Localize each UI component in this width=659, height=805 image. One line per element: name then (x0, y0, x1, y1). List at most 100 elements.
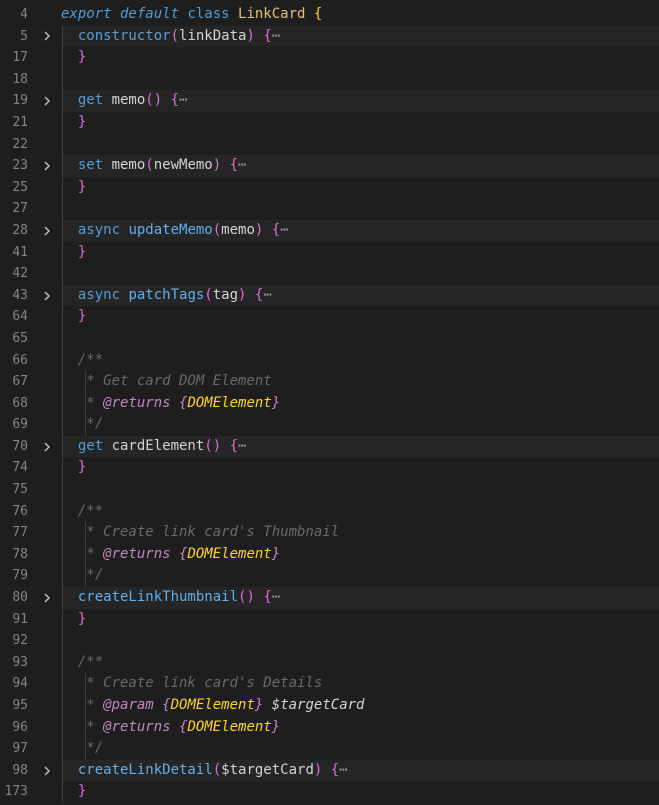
code-line[interactable]: 92 (0, 630, 659, 652)
code-line[interactable]: 25 } (0, 176, 659, 199)
code-token: { (162, 697, 171, 713)
code-text: } (61, 306, 86, 328)
code-line[interactable]: 27 (0, 198, 659, 220)
code-line[interactable]: 28 async updateMemo(memo) {⋯ (0, 219, 659, 242)
code-line[interactable]: 95 * @param {DOMElement} $targetCard (0, 695, 659, 717)
code-text: export default class LinkCard { (61, 4, 322, 26)
code-line[interactable]: 41 } (0, 241, 659, 264)
code-token: * (61, 697, 104, 713)
code-token: ⋯ (339, 761, 348, 778)
code-token: get (61, 92, 112, 109)
code-line[interactable]: 42 (0, 263, 659, 285)
line-number: 69 (12, 417, 28, 433)
indent-guide (62, 479, 63, 501)
code-text: * @returns {DOMElement} (61, 717, 280, 739)
code-line[interactable]: 43 async patchTags(tag) {⋯ (0, 284, 659, 307)
chevron-right-icon[interactable] (40, 155, 54, 177)
indent-guide (62, 716, 63, 739)
code-token: } (61, 49, 87, 66)
code-line[interactable]: 69 */ (0, 414, 659, 436)
code-editor[interactable]: 4 export default class LinkCard {5 constr… (0, 4, 659, 803)
indent-guide (85, 716, 86, 739)
line-number: 22 (12, 136, 28, 152)
code-line[interactable]: 98 createLinkDetail($targetCard) {⋯ (0, 759, 659, 782)
code-line[interactable]: 23 set memo(newMemo) {⋯ (0, 155, 659, 177)
code-text: * Create link card's Thumbnail (61, 522, 339, 544)
code-text: * @returns {DOMElement} (61, 393, 280, 415)
indent-guide (62, 155, 63, 177)
code-line[interactable]: 93 /** (0, 651, 659, 674)
code-line[interactable]: 76 /** (0, 500, 659, 523)
code-token: ( (212, 221, 222, 238)
code-line[interactable]: 79 */ (0, 565, 659, 588)
code-line[interactable]: 19 get memo() {⋯ (0, 90, 659, 112)
code-token: $targetCard (271, 697, 365, 713)
code-line[interactable]: 17 } (0, 47, 659, 69)
code-text: } (61, 242, 86, 264)
chevron-right-icon[interactable] (40, 90, 54, 112)
code-line[interactable]: 22 (0, 133, 659, 156)
code-token: @returns (103, 545, 180, 562)
code-line[interactable]: 75 (0, 479, 659, 501)
code-line[interactable]: 5 constructor(linkData) {⋯ (0, 25, 659, 48)
code-token: updateMemo (128, 221, 213, 238)
indent-guide (62, 219, 63, 242)
chevron-right-icon[interactable] (40, 436, 54, 458)
line-number: 41 (12, 244, 28, 260)
line-number: 79 (12, 568, 28, 584)
code-text: */ (61, 414, 103, 436)
chevron-right-icon[interactable] (40, 220, 54, 242)
line-number: 77 (12, 525, 28, 541)
code-line[interactable]: 173 } (0, 781, 659, 803)
line-number: 64 (12, 309, 28, 325)
code-line[interactable]: 18 (0, 68, 659, 91)
code-line[interactable]: 64 } (0, 306, 659, 328)
code-text: } (61, 609, 86, 631)
line-number: 74 (12, 460, 28, 476)
code-token: * (61, 718, 104, 735)
code-line[interactable]: 4 export default class LinkCard { (0, 4, 659, 26)
code-line[interactable]: 77 * Create link card's Thumbnail (0, 522, 659, 544)
code-token: ( (170, 27, 180, 44)
code-line[interactable]: 74 } (0, 457, 659, 480)
line-number: 67 (12, 374, 28, 390)
code-token: get (61, 437, 112, 454)
chevron-right-icon[interactable] (40, 285, 54, 307)
line-number: 21 (12, 114, 28, 130)
code-line[interactable]: 96 * @returns {DOMElement} (0, 716, 659, 739)
line-number: 91 (12, 611, 28, 627)
code-text: } (61, 47, 86, 69)
line-number: 96 (12, 719, 28, 735)
code-line[interactable]: 80 createLinkThumbnail() {⋯ (0, 587, 659, 609)
code-token: * Create link card's Thumbnail (61, 524, 340, 541)
indent-guide (62, 651, 63, 674)
code-line[interactable]: 91 } (0, 608, 659, 631)
code-token: ⋯ (271, 589, 281, 606)
indent-guide (85, 673, 86, 695)
code-line[interactable]: 97 */ (0, 738, 659, 760)
code-token: $targetCard (221, 761, 314, 778)
indent-guide (62, 543, 63, 566)
code-line[interactable]: 70 get cardElement() {⋯ (0, 435, 659, 458)
indent-guide (62, 68, 63, 91)
code-line[interactable]: 94 * Create link card's Details (0, 673, 659, 695)
code-text: set memo(newMemo) {⋯ (61, 155, 247, 177)
line-number: 70 (12, 438, 28, 454)
code-token: class (187, 6, 239, 22)
code-token: DOMElement (187, 718, 272, 735)
code-line[interactable]: 65 (0, 327, 659, 350)
chevron-right-icon[interactable] (40, 26, 54, 48)
code-text: get cardElement() {⋯ (61, 436, 247, 458)
line-number: 173 (4, 784, 28, 800)
chevron-right-icon[interactable] (40, 760, 54, 782)
indent-guide (62, 349, 63, 372)
code-token: ⋯ (179, 92, 188, 109)
indent-guide (62, 630, 63, 652)
code-line[interactable]: 67 * Get card DOM Element (0, 371, 659, 393)
code-line[interactable]: 68 * @returns {DOMElement} (0, 392, 659, 415)
code-token: * Get card DOM Element (61, 373, 272, 390)
code-line[interactable]: 21 } (0, 111, 659, 134)
chevron-right-icon[interactable] (40, 587, 54, 609)
code-line[interactable]: 78 * @returns {DOMElement} (0, 543, 659, 566)
code-line[interactable]: 66 /** (0, 349, 659, 372)
